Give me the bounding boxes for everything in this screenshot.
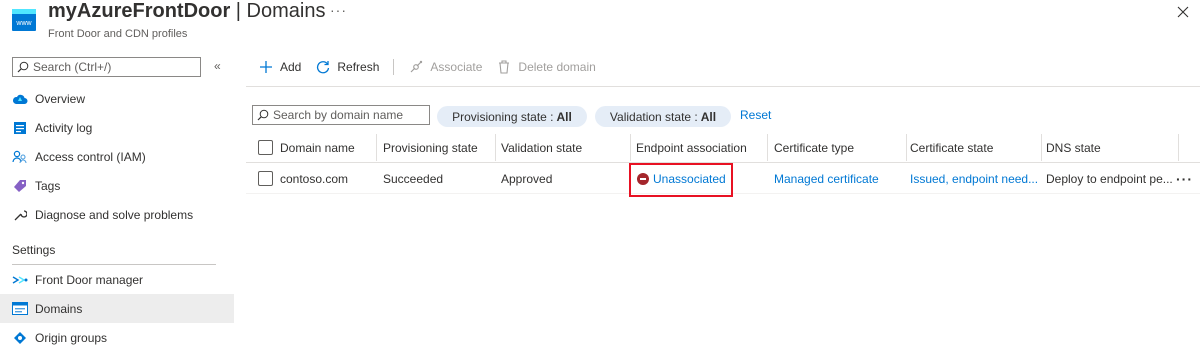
provisioning-state-filter[interactable]: Provisioning state : All — [437, 106, 587, 127]
sidebar-item-label: Front Door manager — [35, 272, 144, 287]
cell-domain-name: contoso.com — [280, 171, 349, 186]
validation-filter-value: All — [700, 109, 717, 124]
column-header-endpoint-association[interactable]: Endpoint association — [636, 132, 766, 163]
refresh-label: Refresh — [337, 60, 380, 74]
associate-button[interactable]: Associate — [408, 59, 482, 75]
wrench-icon — [12, 207, 28, 223]
column-header-certificate-type[interactable]: Certificate type — [774, 132, 899, 163]
cell-certificate-state: Issued, endpoint need... — [910, 163, 1038, 194]
domain-search-input[interactable]: Search by domain name — [252, 105, 430, 125]
row-more-actions-button[interactable]: ··· — [1176, 171, 1193, 187]
plus-icon — [258, 59, 274, 75]
select-all-checkbox[interactable] — [258, 140, 273, 155]
sidebar-item-activity-log[interactable]: Activity log — [0, 113, 234, 142]
provisioning-filter-label: Provisioning state : — [452, 109, 554, 124]
row-checkbox[interactable] — [258, 171, 273, 186]
associate-label: Associate — [430, 60, 483, 74]
cell-provisioning-state: Succeeded — [383, 171, 444, 186]
column-header-validation-state[interactable]: Validation state — [501, 132, 626, 163]
add-button[interactable]: Add — [258, 59, 301, 75]
search-icon — [257, 109, 269, 121]
column-separator[interactable] — [376, 134, 377, 161]
refresh-button[interactable]: Refresh — [315, 59, 379, 75]
sidebar-item-front-door-manager[interactable]: Front Door manager — [0, 265, 234, 294]
column-separator[interactable] — [1041, 134, 1042, 161]
sidebar-item-diagnose[interactable]: Diagnose and solve problems — [0, 200, 234, 229]
page-name: | Domains — [230, 0, 326, 22]
sidebar-item-tags[interactable]: Tags — [0, 171, 234, 200]
blade-header: www myAzureFrontDoor | Domains ··· Front… — [0, 0, 1200, 48]
add-label: Add — [280, 60, 302, 74]
sidebar-item-overview[interactable]: Overview — [0, 84, 234, 113]
column-separator[interactable] — [630, 134, 631, 161]
tag-icon — [12, 178, 28, 194]
sidebar: Search (Ctrl+/) « Overview Activity log … — [0, 48, 234, 353]
sidebar-item-label: Origin groups — [35, 330, 108, 345]
sidebar-item-label: Diagnose and solve problems — [35, 207, 194, 222]
link-icon — [408, 59, 424, 75]
toolbar-divider — [246, 86, 1200, 87]
page-title: myAzureFrontDoor | Domains — [48, 0, 325, 23]
sidebar-item-label: Domains — [35, 301, 83, 316]
sidebar-item-label: Access control (IAM) — [35, 149, 146, 164]
sidebar-item-label: Tags — [35, 178, 61, 193]
column-header-dns-state[interactable]: DNS state — [1046, 132, 1171, 163]
sidebar-item-domains[interactable]: Domains — [0, 294, 234, 323]
column-separator[interactable] — [1178, 134, 1179, 161]
close-icon[interactable] — [1175, 4, 1191, 20]
resource-icon-text: www — [15, 20, 32, 27]
column-header-domain-name[interactable]: Domain name — [280, 132, 375, 163]
column-header-certificate-state[interactable]: Certificate state — [910, 132, 1035, 163]
sidebar-search-input[interactable]: Search (Ctrl+/) — [12, 57, 201, 77]
settings-section-label: Settings — [12, 243, 56, 257]
column-separator[interactable] — [767, 134, 768, 161]
certificate-type-link[interactable]: Managed certificate — [774, 172, 879, 186]
column-header-provisioning-state[interactable]: Provisioning state — [383, 132, 493, 163]
delete-domain-button[interactable]: Delete domain — [496, 59, 596, 75]
validation-state-filter[interactable]: Validation state : All — [595, 106, 731, 127]
sidebar-item-label: Overview — [35, 91, 86, 106]
toolbar-separator — [393, 59, 395, 75]
more-actions-button[interactable]: ··· — [330, 2, 347, 18]
domain-search-placeholder: Search by domain name — [273, 108, 404, 122]
origin-groups-icon — [12, 330, 28, 346]
cell-validation-state: Approved — [501, 171, 553, 186]
cell-dns-state: Deploy to endpoint pe... — [1046, 171, 1173, 186]
refresh-icon — [315, 59, 331, 75]
cloud-icon — [12, 91, 28, 107]
highlight-box — [629, 163, 733, 197]
people-icon — [12, 149, 28, 165]
column-separator[interactable] — [495, 134, 496, 161]
search-icon — [17, 61, 29, 73]
resource-type-subtitle: Front Door and CDN profiles — [48, 28, 188, 40]
sidebar-item-access-control[interactable]: Access control (IAM) — [0, 142, 234, 171]
command-bar: Add Refresh Associate Delete domain — [258, 58, 610, 76]
reset-filters-link[interactable]: Reset — [740, 108, 771, 122]
sidebar-item-origin-groups[interactable]: Origin groups — [0, 323, 234, 352]
column-separator[interactable] — [906, 134, 907, 161]
activity-log-icon — [12, 120, 28, 136]
domains-icon — [12, 301, 28, 317]
table-header-row: Domain name Provisioning state Validatio… — [246, 132, 1200, 163]
front-door-manager-icon — [12, 272, 28, 288]
validation-filter-label: Validation state : — [609, 109, 698, 124]
resource-name: myAzureFrontDoor — [48, 0, 231, 22]
collapse-sidebar-button[interactable]: « — [214, 59, 221, 73]
sidebar-search-placeholder: Search (Ctrl+/) — [33, 60, 112, 74]
delete-domain-label: Delete domain — [518, 60, 596, 74]
front-door-resource-icon: www — [12, 9, 36, 31]
trash-icon — [496, 59, 512, 75]
certificate-state-link[interactable]: Issued, endpoint need... — [910, 172, 1038, 186]
provisioning-filter-value: All — [556, 109, 572, 124]
cell-certificate-type: Managed certificate — [774, 163, 902, 194]
sidebar-item-label: Activity log — [35, 120, 93, 135]
